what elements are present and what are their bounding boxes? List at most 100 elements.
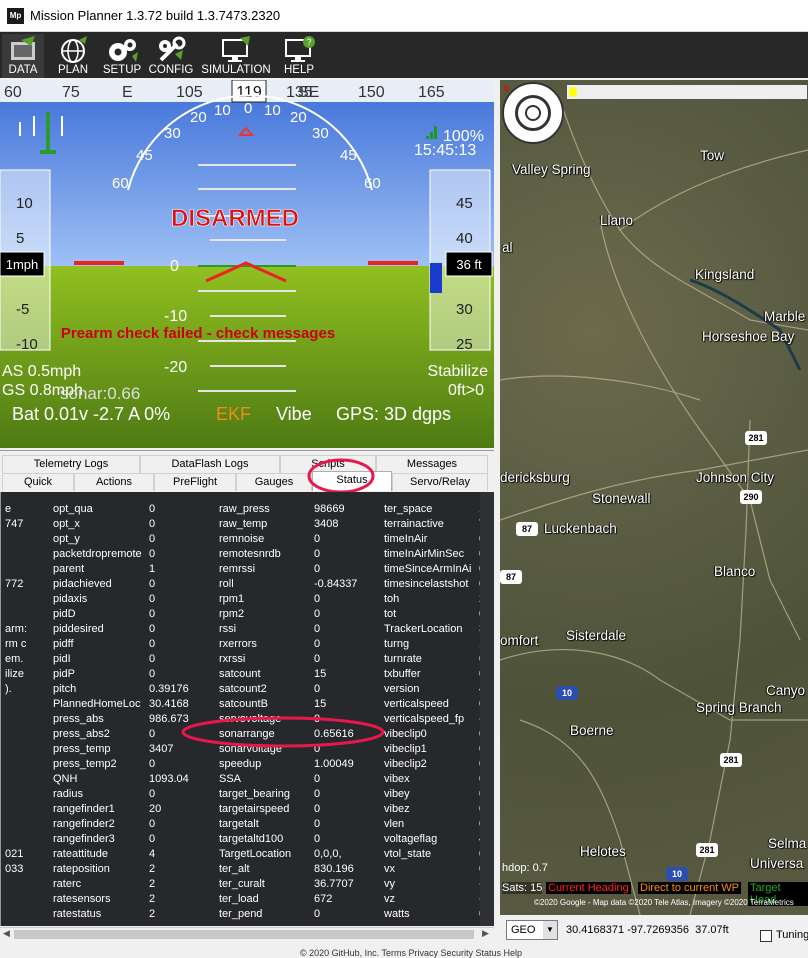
menu-help-label: HELP [283,64,315,76]
roll-label: 20 [190,109,207,126]
tab-status[interactable]: Status [312,471,392,491]
map-view[interactable]: 0 Valley Spring Tow Llano Kingsland Marble Ho… [500,80,808,915]
map-town-label: Stonewall [592,491,651,506]
tab-messages[interactable]: Messages [376,455,488,473]
highway-shield-icon: 87 [500,570,522,584]
map-town-label: Valley Spring [512,162,591,177]
menu-simulation-label: SIMULATION [201,64,271,76]
title-bar: Mp Mission Planner 1.3.72 build 1.3.7473… [0,0,808,32]
roll-label: 0 [244,100,252,117]
map-footer: GEO ▼ 30.4168371 -97.7269356 37.07ft Tun… [500,916,808,954]
tab-dataflash-logs[interactable]: DataFlash Logs [140,455,280,473]
tab-actions[interactable]: Actions [74,473,154,491]
heading-tick-label: 105 [176,84,203,101]
map-town-label: Boerne [570,723,614,738]
monitor-icon [222,36,250,62]
altitude-scale-label: 40 [456,230,473,247]
gears-icon [109,39,138,62]
speed-scale-label: 5 [16,230,24,247]
menu-setup-label: SETUP [102,64,142,76]
app-logo-icon: Mp [7,8,24,24]
chevron-down-icon[interactable]: ▼ [543,921,557,939]
map-town-label: Canyo [766,683,806,698]
battery-status: Bat 0.01v -2.7 A 0% [12,404,170,424]
tab-strip: Telemetry Logs DataFlash Logs Scripts Me… [0,450,494,493]
cursor-coordinates: 30.4168371 -97.7269356 37.07ft [566,924,729,936]
roll-label: 45 [136,147,153,164]
map-town-label: Selma [768,836,807,851]
map-town-label: Horseshoe Bay [702,329,795,344]
menu-plan-button[interactable]: PLAN [52,34,94,78]
tab-preflight[interactable]: PreFlight [154,473,236,491]
map-town-label: Llano [600,213,634,228]
tab-telemetry-logs[interactable]: Telemetry Logs [2,455,140,473]
hud-time: 15:45:13 [414,142,476,159]
tab-quick[interactable]: Quick [2,473,74,491]
tab-gauges[interactable]: Gauges [236,473,312,491]
menu-plan-label: PLAN [57,64,89,76]
copyright-text: © 2020 GitHub, Inc. Terms Privacy Securi… [300,948,523,958]
menu-help-button[interactable]: ? HELP [278,34,320,78]
scroll-right-icon[interactable]: ▶ [482,928,489,939]
map-top-progress [566,84,808,100]
pitch-label-0: 0 [170,258,179,275]
scroll-left-icon[interactable]: ◀ [3,928,10,939]
ekf-indicator[interactable]: EKF [216,404,251,424]
sonarrange-highlight [181,716,385,748]
altitude-readout: 37.07ft [695,924,729,936]
roll-label: 10 [214,102,231,119]
coordinates-value: 30.4168371 -97.7269356 [566,924,689,936]
pitch-label-m10: -10 [164,308,187,325]
scroll-thumb[interactable] [14,930,474,939]
window-title: Mission Planner 1.3.72 build 1.3.7473.23… [30,8,281,23]
pitch-label-m20: -20 [164,359,187,376]
coordinate-format-select[interactable]: GEO ▼ [506,920,558,940]
map-red-indicator: 0 [504,84,510,94]
sats-text: Sats: 15 [502,882,543,894]
speed-scale-label: -10 [16,336,38,353]
highway-shield-icon: 281 [745,431,767,445]
status-vertical-scrollbar[interactable] [480,492,494,926]
heading-tick-label: 150 [358,84,385,101]
menu-simulation-button[interactable]: SIMULATION [200,34,272,78]
speed-value: 1mph [6,257,39,272]
speed-scale-label: -5 [16,301,29,318]
hud-display[interactable]: 60 75 E 105 135 SE 150 165 119 60 45 30 20 10 0 10 20 3… [0,80,494,448]
coordinate-format-value: GEO [511,924,536,936]
menu-data-button[interactable]: DATA [2,34,44,78]
tuning-checkbox[interactable] [760,930,772,942]
menu-setup-button[interactable]: SETUP [100,34,144,78]
wp-distance: 0ft>0 [448,382,484,399]
map-town-label: Spring Branch [696,700,782,715]
menu-config-label: CONFIG [148,64,194,76]
altitude-scale-label: 30 [456,301,473,318]
main-menu: DATA PLAN SETUP CONFIG SIMULATION ? HELP [0,32,808,78]
map-town-label: Blanco [714,564,756,579]
map-town-label: Sisterdale [566,628,627,643]
altitude-value: 36 ft [456,257,482,272]
tuning-label: Tuning [776,929,808,941]
status-horizontal-scrollbar[interactable]: ◀ ▶ [0,927,494,941]
prearm-message: Prearm check failed - check messages [61,325,335,342]
map-town-label: Tow [700,148,725,163]
highway-shield-icon: 10 [666,867,688,881]
help-icon: ? [285,36,315,62]
menu-config-button[interactable]: CONFIG [148,34,194,78]
map-attribution: ©2020 Google - Map data ©2020 Tele Atlas… [534,898,794,907]
map-town-label: Luckenbach [544,521,617,536]
heading-tick-label: 75 [62,84,80,101]
roll-label: 20 [290,109,307,126]
map-town-label: omfort [500,633,539,648]
config-icon [159,36,186,62]
map-town-label: dericksburg [500,470,570,485]
highway-shield-icon: 290 [740,490,762,504]
heading-tick-label: 60 [4,84,22,101]
tab-servo-relay[interactable]: Servo/Relay [392,473,488,491]
vibe-indicator[interactable]: Vibe [276,404,312,424]
heading-tick-label: 165 [418,84,445,101]
map-label-partial: al [502,240,513,255]
legend-current-heading: Current Heading [546,882,631,894]
compass-widget [502,82,564,144]
highway-shield-icon: 281 [720,753,742,767]
roll-label: 60 [112,175,129,192]
